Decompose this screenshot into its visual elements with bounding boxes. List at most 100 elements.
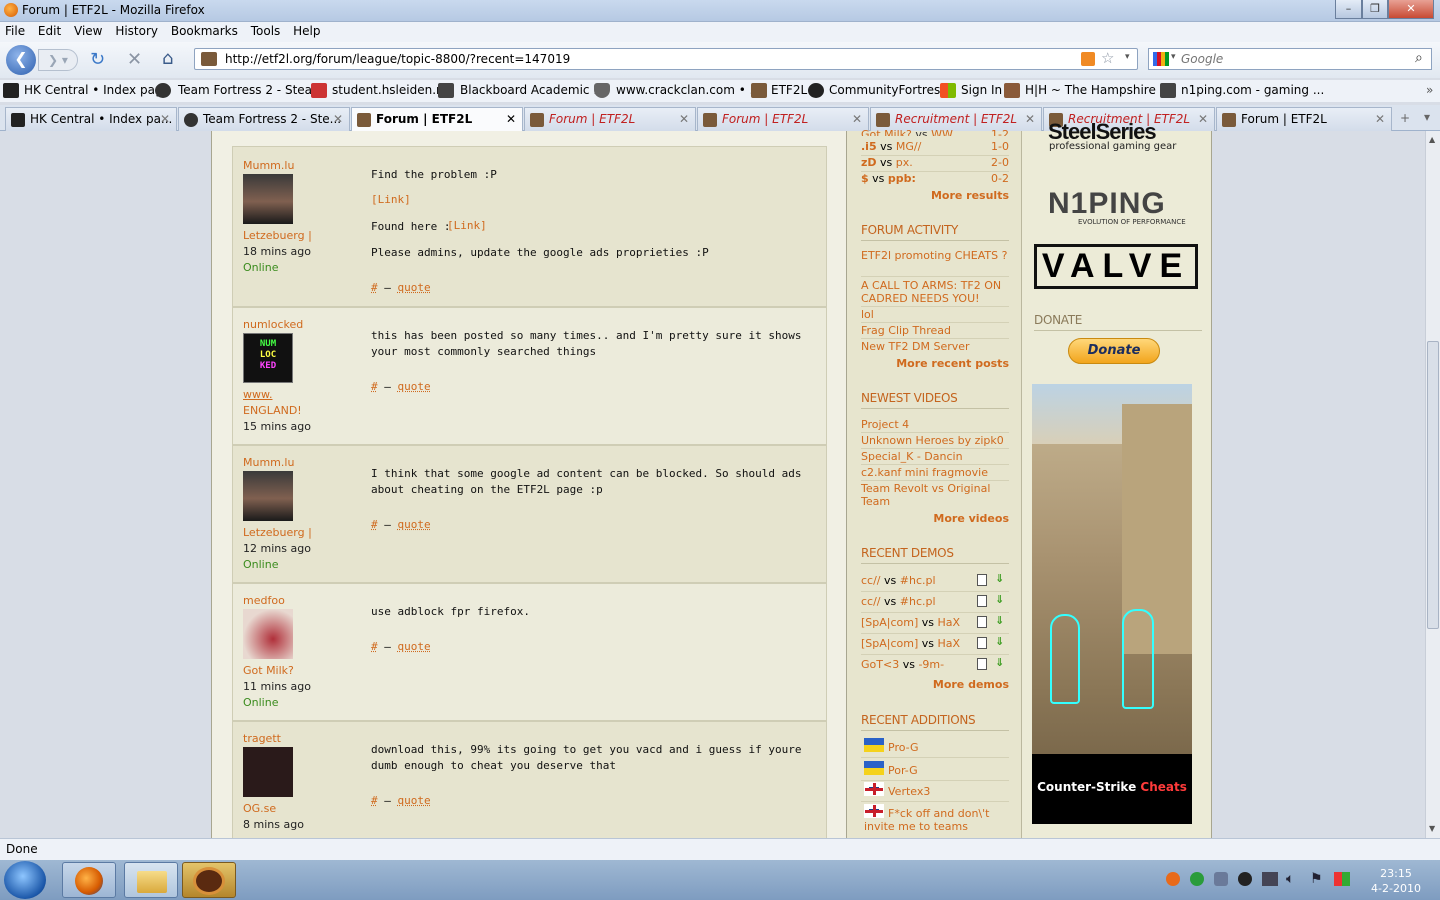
bookmark-communityfortress[interactable]: CommunityFortress <box>829 83 946 97</box>
tab-forum-3[interactable]: Forum | ETF2L ✕ <box>697 107 869 131</box>
menu-history[interactable]: History <box>110 22 162 38</box>
quote-button[interactable]: quote <box>398 640 431 653</box>
close-tab-icon[interactable]: ✕ <box>679 112 689 126</box>
team-a[interactable]: cc// <box>861 574 881 587</box>
quote-button[interactable]: quote <box>398 518 431 531</box>
bookmark-n1ping[interactable]: n1ping.com - gaming ... <box>1181 83 1324 97</box>
search-icon[interactable]: ⌕ <box>1415 50 1423 66</box>
tray-network-icon[interactable] <box>1262 872 1278 886</box>
valve-logo[interactable]: VALVE <box>1034 244 1198 289</box>
addition-link[interactable]: Pro-G <box>888 741 919 754</box>
tray-flash-icon[interactable] <box>1166 872 1180 886</box>
close-tab-icon[interactable]: ✕ <box>1025 112 1035 126</box>
taskbar-explorer[interactable] <box>124 862 178 898</box>
bookmark-sign-in[interactable]: Sign In <box>961 83 1002 97</box>
close-tab-icon[interactable]: ✕ <box>160 112 170 126</box>
scrollbar-thumb[interactable] <box>1427 341 1439 629</box>
permalink-button[interactable]: # <box>371 640 378 653</box>
more-videos-link[interactable]: More videos <box>861 512 1009 525</box>
team-b[interactable]: WW <box>931 128 953 136</box>
document-icon[interactable] <box>977 595 987 607</box>
team-a[interactable]: [SpA|com] <box>861 637 918 650</box>
avatar[interactable] <box>243 471 293 521</box>
download-arrow-icon[interactable]: ⇓ <box>995 614 1004 627</box>
download-arrow-icon[interactable]: ⇓ <box>995 572 1004 585</box>
more-demos-link[interactable]: More demos <box>861 678 1009 691</box>
clock[interactable]: 23:15 4-2-2010 <box>1366 866 1426 896</box>
addition-link[interactable]: F*ck off and don\'t invite me to teams <box>864 807 1014 833</box>
search-input[interactable] <box>1181 51 1411 67</box>
tray-steam-icon[interactable] <box>1238 872 1252 886</box>
post-author[interactable]: numlocked <box>243 318 303 331</box>
more-recent-posts-link[interactable]: More recent posts <box>861 357 1009 370</box>
menu-edit[interactable]: Edit <box>33 22 65 38</box>
taskbar-firefox[interactable] <box>62 862 116 898</box>
video-link[interactable]: Unknown Heroes by zipk0 <box>861 434 1004 447</box>
video-link[interactable]: Project 4 <box>861 418 909 431</box>
counter-strike-ad[interactable]: Counter-Strike Cheats <box>1032 384 1192 824</box>
addition-link[interactable]: Por-G <box>888 764 918 777</box>
post-link[interactable]: [Link] <box>447 219 487 232</box>
author-website[interactable]: www. <box>243 388 272 401</box>
post-author[interactable]: Mumm.lu <box>243 159 294 172</box>
back-icon[interactable]: ❮ <box>6 45 36 75</box>
permalink-button[interactable]: # <box>371 281 378 294</box>
scroll-up-icon[interactable]: ▲ <box>1429 135 1435 144</box>
home-icon[interactable]: ⌂ <box>162 48 173 69</box>
start-button[interactable] <box>4 861 46 899</box>
rss-icon[interactable] <box>1081 52 1095 66</box>
document-icon[interactable] <box>977 637 987 649</box>
bookmark-hampshire[interactable]: H|H ~ The Hampshire ... <box>1025 83 1171 97</box>
minimize-icon[interactable]: – <box>1335 0 1362 19</box>
maximize-icon[interactable]: ❐ <box>1362 0 1388 19</box>
bookmark-etf2l[interactable]: ETF2L <box>771 83 807 97</box>
quote-button[interactable]: quote <box>398 380 431 393</box>
close-tab-icon[interactable]: ✕ <box>1375 112 1385 126</box>
team-b[interactable]: -9m- <box>918 658 944 671</box>
post-link[interactable]: [Link] <box>371 193 411 206</box>
n1ping-logo[interactable]: N1PING <box>1048 187 1166 221</box>
avatar[interactable] <box>243 174 293 224</box>
team-b[interactable]: px. <box>896 156 913 169</box>
team-a[interactable]: $ <box>861 172 869 185</box>
bookmark-team-fortress[interactable]: Team Fortress 2 - Stea... <box>178 83 323 97</box>
engine-dropdown-icon[interactable]: ▾ <box>1171 52 1176 62</box>
team-a[interactable]: .i5 <box>861 140 877 153</box>
tab-team-fortress[interactable]: Team Fortress 2 - Ste... ✕ <box>178 107 350 131</box>
close-tab-icon[interactable]: ✕ <box>333 112 343 126</box>
bookmark-blackboard[interactable]: Blackboard Academic ... <box>460 83 605 97</box>
tab-hk-central[interactable]: HK Central • Index pa... ✕ <box>5 107 177 131</box>
avatar[interactable] <box>243 609 293 659</box>
tab-forum-active[interactable]: Forum | ETF2L ✕ <box>351 107 523 132</box>
forum-thread-link[interactable]: ETF2l promoting CHEATS ? <box>861 250 1009 262</box>
bookmark-crackclan[interactable]: www.crackclan.com • ... <box>616 83 761 97</box>
team-b[interactable]: #hc.pl <box>900 595 936 608</box>
close-tab-icon[interactable]: ✕ <box>1198 112 1208 126</box>
team-b[interactable]: MG// <box>896 140 921 153</box>
tray-flag-icon[interactable]: ⚑ <box>1310 871 1323 887</box>
team-b[interactable]: ppb: <box>888 172 916 185</box>
close-window-icon[interactable]: ✕ <box>1388 0 1434 19</box>
tab-forum-2[interactable]: Forum | ETF2L ✕ <box>524 107 696 131</box>
bookmark-hsleiden[interactable]: student.hsleiden.nl <box>332 83 447 97</box>
url-history-dropdown-icon[interactable]: ▾ <box>1125 52 1130 62</box>
team-a[interactable]: Got Milk? <box>861 128 912 136</box>
tray-monitor-icon[interactable] <box>1334 872 1350 886</box>
permalink-button[interactable]: # <box>371 380 378 393</box>
tab-list-icon[interactable]: ▾ <box>1424 110 1430 124</box>
team-b[interactable]: #hc.pl <box>900 574 936 587</box>
document-icon[interactable] <box>977 616 987 628</box>
vertical-scrollbar[interactable]: ▲ ▼ <box>1425 131 1440 838</box>
download-arrow-icon[interactable]: ⇓ <box>995 635 1004 648</box>
bookmark-hk-central[interactable]: HK Central • Index page <box>24 83 170 97</box>
menu-tools[interactable]: Tools <box>246 22 285 38</box>
document-icon[interactable] <box>977 658 987 670</box>
tray-volume-icon[interactable]: 🔈︎ <box>1286 871 1294 887</box>
forum-thread-link[interactable]: A CALL TO ARMS: TF2 ON CADRED NEEDS YOU! <box>861 279 1009 305</box>
team-b[interactable]: HaX <box>938 637 961 650</box>
avatar[interactable]: NUM LOC KED <box>243 333 293 383</box>
download-arrow-icon[interactable]: ⇓ <box>995 656 1004 669</box>
menu-bookmarks[interactable]: Bookmarks <box>166 22 242 38</box>
bookmark-star-icon[interactable]: ☆ <box>1101 49 1114 67</box>
post-author[interactable]: medfoo <box>243 594 285 607</box>
